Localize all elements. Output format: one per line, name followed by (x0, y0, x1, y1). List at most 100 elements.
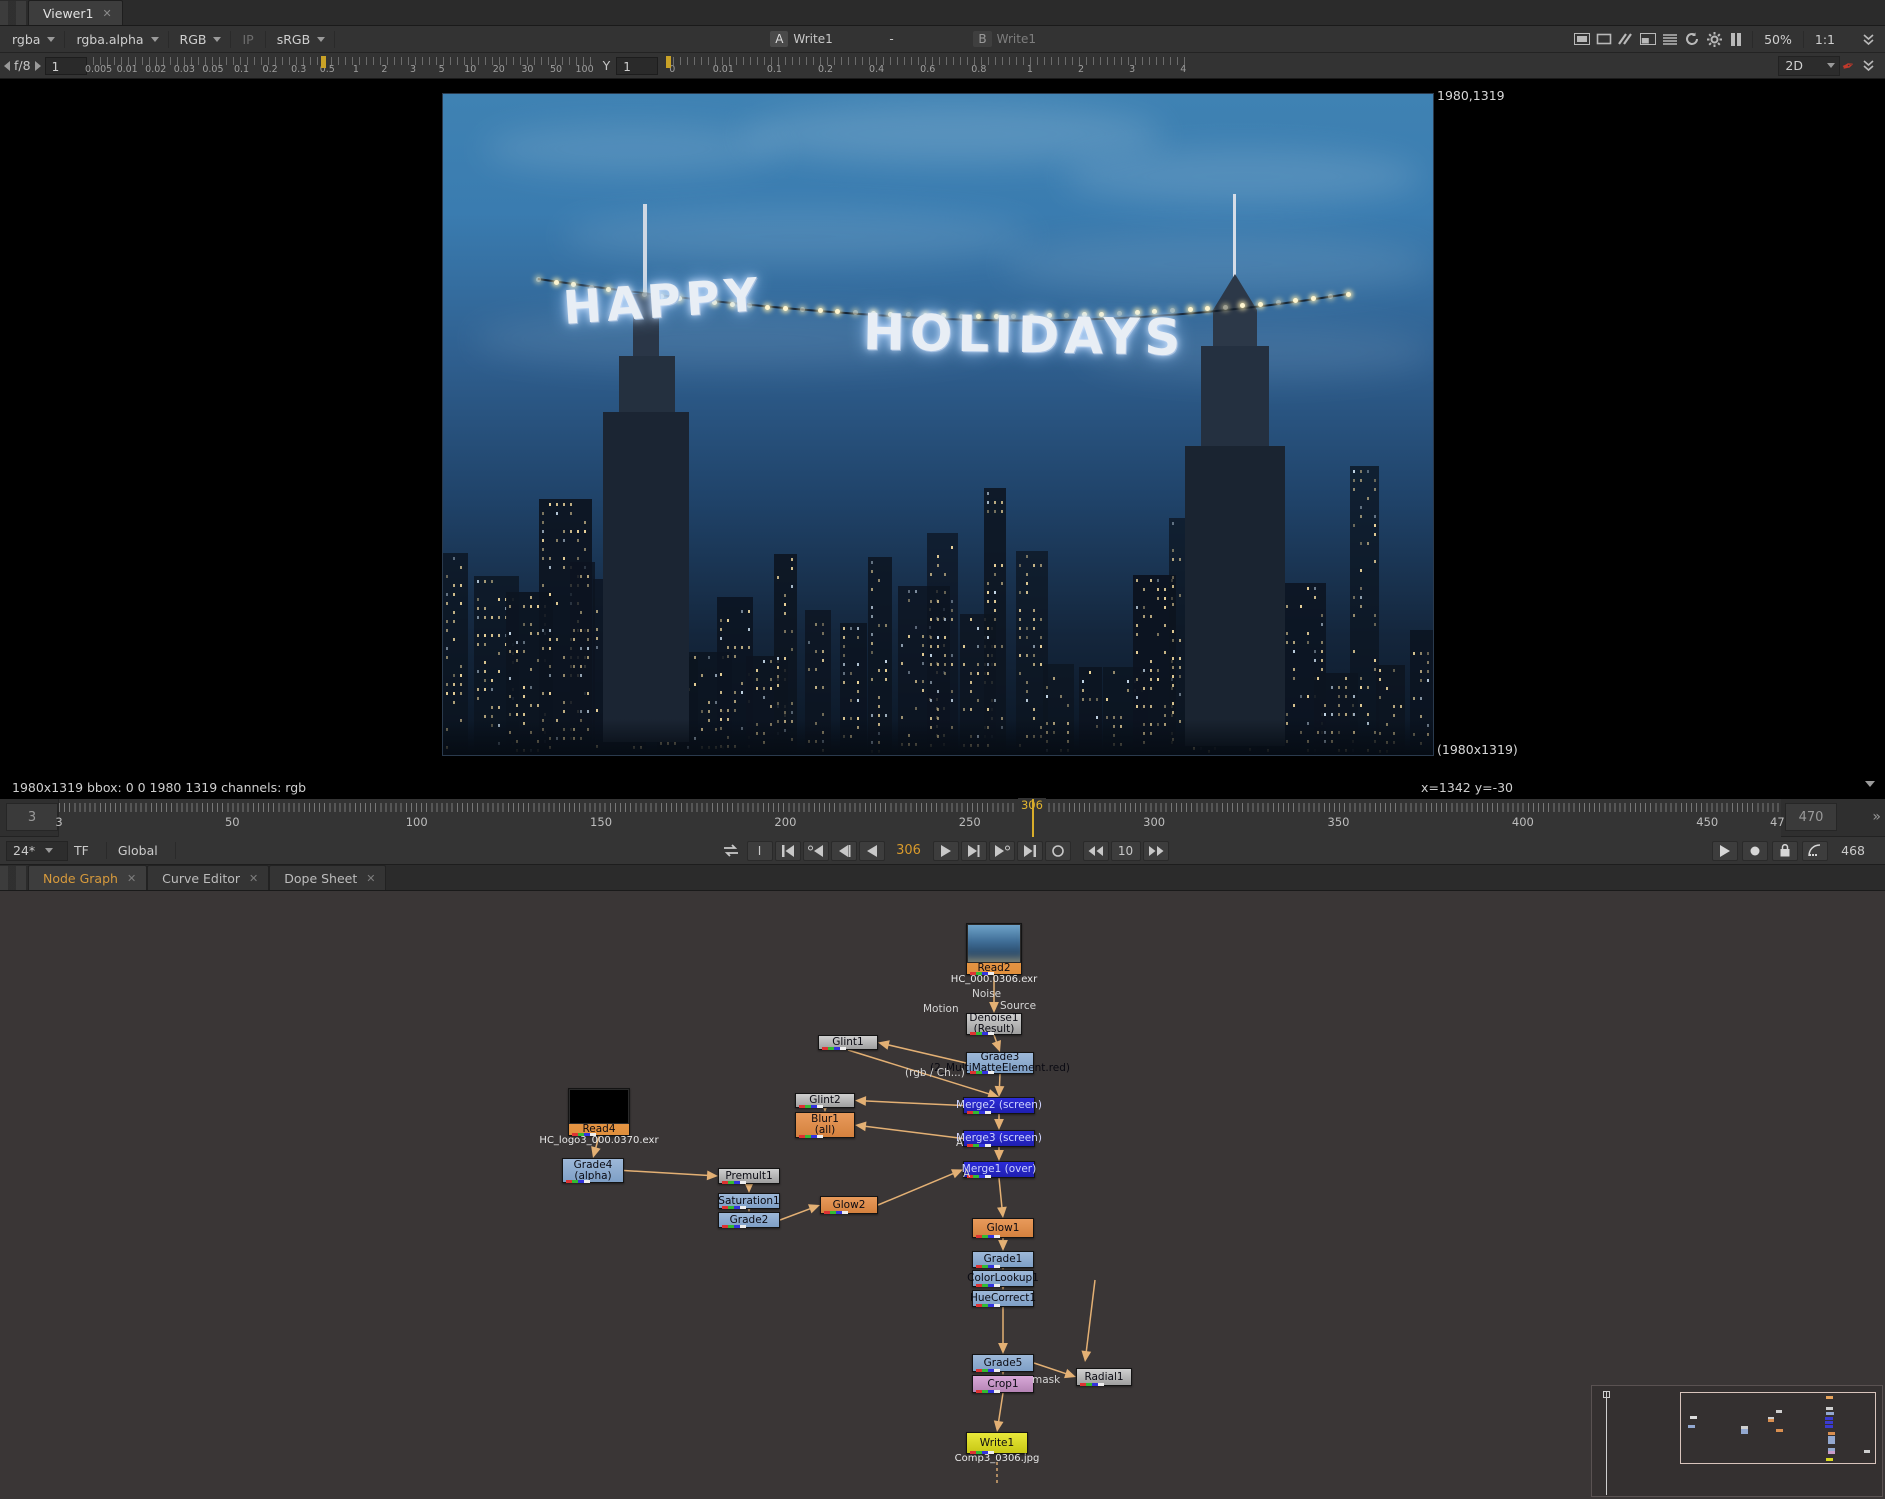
timeline-track[interactable]: 350100150200250300350400450470 306 (55, 798, 1792, 837)
timeline-bar[interactable]: 3 350100150200250300350400450470 306 470… (0, 798, 1885, 837)
step-forward-button[interactable] (960, 840, 987, 861)
view-mode-selector[interactable]: 2D (1778, 55, 1841, 76)
pen-icon[interactable]: ✒ (1840, 55, 1858, 76)
clone-icon[interactable] (1637, 29, 1659, 49)
viewer-canvas[interactable]: HAPPY HOLIDAYS 1980,1319 (1980x1319) (0, 79, 1885, 775)
minimap-corner-handle[interactable] (1603, 1391, 1610, 1398)
gain-value[interactable]: 1 (44, 56, 87, 75)
minimap-viewport[interactable] (1680, 1392, 1876, 1464)
expand-panel-icon[interactable]: » (1872, 809, 1881, 825)
pause-icon[interactable] (1725, 29, 1747, 49)
node-crop1[interactable]: Crop1 (972, 1375, 1034, 1393)
node-read4[interactable]: Read4 (568, 1088, 630, 1136)
input-a-selector[interactable]: A Write1 (770, 29, 871, 49)
monitor-out-icon[interactable] (1571, 29, 1593, 49)
proxy-icon[interactable] (1615, 29, 1637, 49)
record-button[interactable] (1742, 840, 1769, 861)
loop-mode-icon[interactable] (716, 841, 746, 861)
node-merge1[interactable]: Merge1 (over) (962, 1161, 1036, 1178)
input-b-selector[interactable]: B Write1 (973, 29, 1070, 49)
chevron-down-icon[interactable] (1865, 781, 1875, 787)
gamma-slider[interactable]: 0 0.01 0.1 0.2 0.4 0.6 0.8 1 2 3 4 (666, 55, 1192, 77)
node-radial1[interactable]: Radial1 (1076, 1368, 1132, 1386)
gamma-marker[interactable] (666, 55, 672, 68)
node-read2[interactable]: Read2 (966, 923, 1022, 975)
tab-curve-editor[interactable]: Curve Editor ✕ (147, 865, 270, 890)
ip-toggle[interactable]: IP (236, 32, 259, 47)
gain-marker[interactable] (320, 55, 326, 68)
lines-icon[interactable] (1659, 29, 1681, 49)
gear-icon[interactable] (1703, 29, 1725, 49)
node-grade5[interactable]: Grade5 (972, 1354, 1034, 1372)
expand-panel-icon[interactable] (1857, 29, 1879, 49)
end-frame-field[interactable]: 468 (1831, 843, 1879, 858)
previous-keyframe-button[interactable] (802, 840, 829, 861)
first-frame-button[interactable] (774, 840, 801, 861)
node-glow1[interactable]: Glow1 (972, 1218, 1034, 1238)
node-graph-minimap[interactable] (1591, 1385, 1883, 1497)
curve-icon[interactable] (1802, 840, 1829, 861)
panel-grip-icon[interactable] (0, 1, 26, 25)
viewer-image[interactable]: HAPPY HOLIDAYS (442, 93, 1434, 756)
timeline-in-point[interactable]: 3 (6, 803, 58, 831)
last-frame-button[interactable] (1016, 840, 1043, 861)
decrement-icon[interactable] (4, 60, 10, 71)
node-grade3[interactable]: Grade3 (2_MultiMatteElement.red) (930, 1052, 1070, 1074)
next-keyframe-button[interactable] (988, 840, 1015, 861)
play-forward-button[interactable] (932, 840, 959, 861)
playhead[interactable] (1031, 799, 1034, 837)
gamma-value[interactable]: 1 (616, 56, 659, 75)
close-icon[interactable]: ✕ (127, 872, 136, 885)
render-button[interactable] (1712, 840, 1739, 861)
expand-panel-icon[interactable] (1857, 56, 1879, 76)
node-graph-canvas[interactable]: Read2 HC_000.0306.exr Denoise1 (Result) Grad… (0, 891, 1885, 1499)
node-colorlookup1[interactable]: ColorLookup1 (967, 1270, 1039, 1287)
zoom-level[interactable]: 50% (1758, 32, 1798, 47)
node-glint1[interactable]: Glint1 (818, 1035, 878, 1050)
increment-icon[interactable] (34, 60, 41, 71)
node-premult1[interactable]: Premult1 (718, 1168, 780, 1184)
fast-forward-button[interactable] (1142, 840, 1169, 861)
tab-dope-sheet[interactable]: Dope Sheet ✕ (269, 865, 387, 890)
node-glow2[interactable]: Glow2 (820, 1196, 878, 1214)
node-grade2[interactable]: Grade2 (718, 1212, 780, 1228)
node-saturation1[interactable]: Saturation1 (718, 1193, 780, 1209)
node-blur1[interactable]: Blur1 (all) (795, 1112, 855, 1138)
close-icon[interactable]: ✕ (102, 7, 111, 20)
stop-button[interactable] (1044, 840, 1071, 861)
gain-stepper[interactable]: f/8 1 (4, 56, 87, 75)
node-glint2[interactable]: Glint2 (795, 1093, 855, 1108)
pixel-aspect[interactable]: 1:1 (1809, 32, 1841, 47)
node-merge3[interactable]: Merge3 (screen) (956, 1130, 1042, 1147)
close-icon[interactable]: ✕ (249, 872, 258, 885)
gain-slider[interactable]: 0.005 0.01 0.02 0.03 0.05 0.1 0.2 0.3 0.5 1 2 3 5 10 2… (85, 55, 594, 77)
current-frame-field[interactable]: 306 (886, 843, 932, 858)
lock-icon[interactable] (1772, 840, 1799, 861)
roi-icon[interactable] (1593, 29, 1615, 49)
timeline-out-point[interactable]: 470 (1785, 803, 1837, 831)
refresh-icon[interactable] (1681, 29, 1703, 49)
display-mode-selector[interactable]: RGB (174, 30, 226, 49)
panel-grip-icon[interactable] (0, 866, 26, 890)
node-write1[interactable]: Write1 (966, 1432, 1028, 1454)
tab-node-graph[interactable]: Node Graph ✕ (28, 865, 148, 890)
channel-selector[interactable]: rgba (6, 30, 59, 49)
set-in-point-button[interactable]: I (746, 840, 773, 861)
play-reverse-button[interactable] (858, 840, 885, 861)
close-icon[interactable]: ✕ (366, 872, 375, 885)
fast-rewind-button[interactable] (1082, 840, 1109, 861)
node-huecorrect1[interactable]: HueCorrect1 (970, 1290, 1036, 1307)
node-merge2[interactable]: Merge2 (screen) (956, 1097, 1042, 1114)
colorspace-selector[interactable]: sRGB (271, 30, 329, 49)
node-denoise1[interactable]: Denoise1 (Result) (966, 1013, 1022, 1035)
step-back-button[interactable] (830, 840, 857, 861)
sync-scope-selector[interactable]: Global (112, 843, 170, 858)
tf-selector[interactable]: TF (68, 843, 101, 858)
frame-increment-field[interactable]: 10 (1110, 840, 1141, 861)
node-grade1[interactable]: Grade1 (972, 1251, 1034, 1268)
tab-viewer1[interactable]: Viewer1 ✕ (28, 0, 123, 25)
wipe-mode-selector[interactable]: - (889, 29, 965, 49)
alpha-channel-selector[interactable]: rgba.alpha (70, 30, 162, 49)
node-grade4[interactable]: Grade4 (alpha) (562, 1158, 624, 1183)
fps-selector[interactable]: 24* (6, 840, 68, 861)
